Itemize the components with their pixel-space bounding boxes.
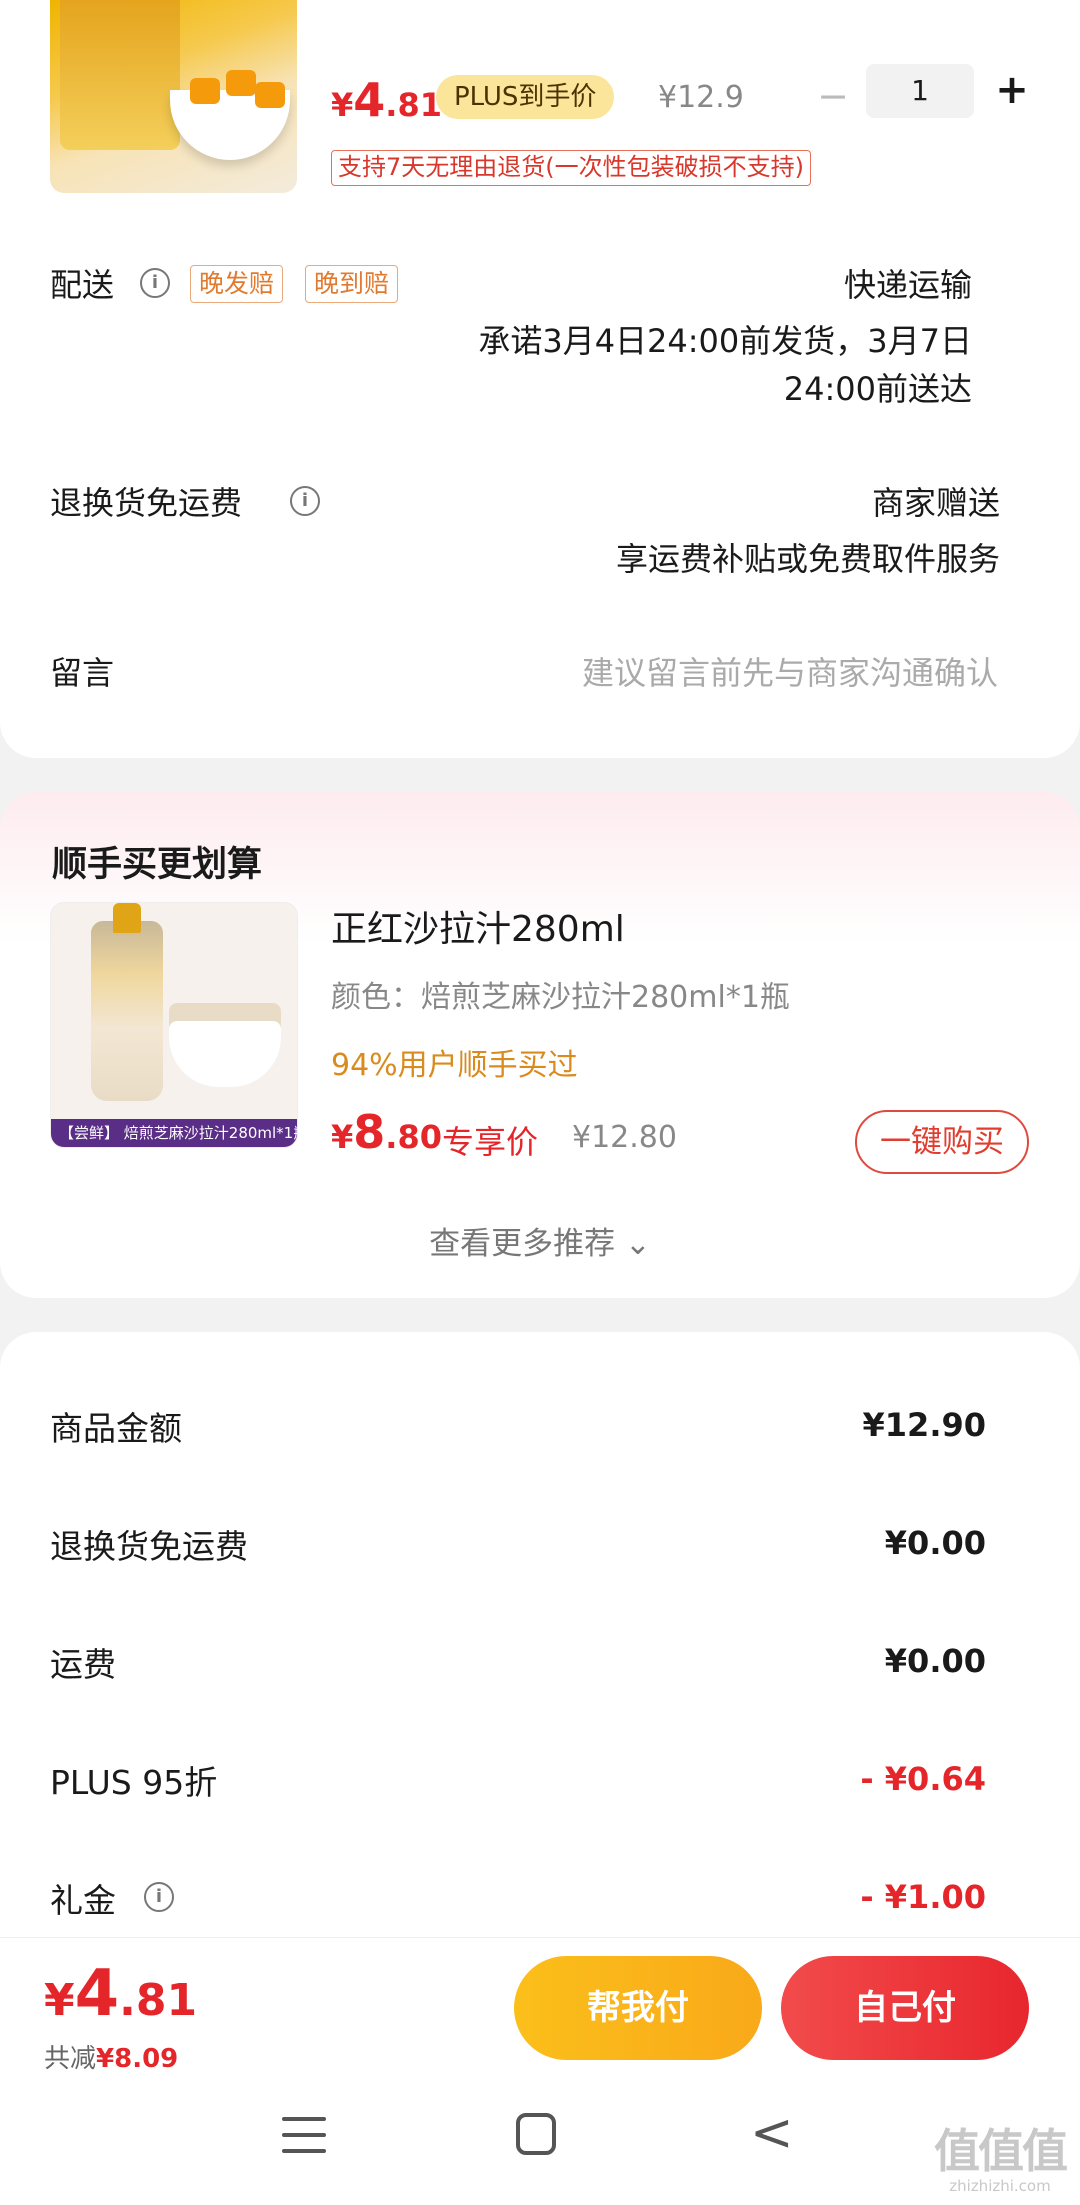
recommend-product-name[interactable]: 正红沙拉汁280ml	[331, 900, 625, 952]
mango-cube	[190, 78, 220, 104]
recommend-price: ¥8.80	[331, 1102, 442, 1167]
recommend-title: 顺手买更划算	[52, 845, 263, 885]
price-integer: 4	[74, 1957, 120, 2031]
saved-amount: ¥8.09	[96, 2044, 179, 2074]
quantity-increase-button[interactable]: +	[994, 66, 1030, 114]
summary-label: 礼金	[50, 1881, 116, 1920]
summary-label: 运费	[50, 1645, 116, 1684]
plus-price-badge: PLUS到手价	[436, 75, 615, 119]
watermark: 值值值 zhizhizhi.com	[930, 2125, 1070, 2195]
late-arrive-tag: 晚到赔	[305, 265, 399, 303]
price-integer: 8	[353, 1105, 386, 1159]
saved-label: 共减	[44, 2044, 97, 2074]
delivery-method[interactable]: 快递运输	[844, 260, 972, 306]
late-ship-tag: 晚发赔	[190, 265, 284, 303]
delivery-promise-line2: 24:00前送达	[783, 370, 972, 408]
system-navigation-bar: <	[0, 2087, 1080, 2205]
recommend-exclusive-label: 专享价	[442, 1123, 539, 1161]
mango-cube	[255, 82, 285, 108]
watermark-url: zhizhizhi.com	[949, 2177, 1051, 2195]
summary-value: ¥12.90	[862, 1406, 986, 1444]
price-decimal: .80	[385, 1118, 442, 1156]
price-currency: ¥	[331, 86, 354, 124]
delivery-info-icon[interactable]: i	[140, 268, 170, 298]
sauce-bottle-cap	[113, 903, 141, 933]
checkout-bar: ¥4.81 共减¥8.09 帮我付 自己付	[0, 1937, 1080, 2087]
delivery-label: 配送	[50, 266, 115, 304]
return-shipping-label: 退换货免运费	[50, 484, 243, 522]
recommend-original-price: ¥12.80	[572, 1120, 677, 1155]
gift-money-info-icon[interactable]: i	[144, 1882, 174, 1912]
total-price: ¥4.81	[44, 1956, 197, 2039]
total-saved: 共减¥8.09	[44, 2038, 178, 2075]
summary-discount-value: - ¥0.64	[860, 1760, 986, 1798]
product-price: ¥4.81	[331, 70, 442, 135]
recommend-product-spec: 颜色：焙煎芝麻沙拉汁280ml*1瓶	[331, 980, 790, 1015]
price-decimal: .81	[385, 86, 442, 124]
return-shipping-desc: 享运费补贴或免费取件服务	[615, 540, 1000, 578]
return-policy-tag: 支持7天无理由退货(一次性包装破损不支持)	[331, 150, 811, 186]
price-integer: 4	[353, 73, 386, 127]
summary-label: PLUS 95折	[50, 1763, 218, 1802]
sauce-cup	[169, 1003, 281, 1087]
message-label: 留言	[50, 654, 115, 692]
summary-label: 退换货免运费	[50, 1527, 248, 1566]
original-price: ¥12.9	[658, 80, 744, 115]
price-currency: ¥	[331, 1118, 354, 1156]
summary-discount-value: - ¥1.00	[860, 1878, 986, 1916]
quantity-input[interactable]: 1	[866, 64, 974, 118]
quantity-decrease-button[interactable]: −	[815, 76, 851, 116]
delivery-promise-line1: 承诺3月4日24:00前发货，3月7日	[478, 322, 972, 360]
sauce-bottle	[91, 921, 163, 1101]
price-currency: ¥	[44, 1975, 75, 2026]
mango-cube	[226, 70, 256, 96]
mango-product-image[interactable]	[50, 0, 297, 193]
back-icon[interactable]: <	[750, 2107, 794, 2159]
watermark-logo: 值值值	[934, 2124, 1068, 2178]
pay-myself-button[interactable]: 自己付	[781, 1956, 1029, 2060]
recent-apps-icon[interactable]	[282, 2117, 326, 2157]
mango-package	[60, 0, 180, 150]
one-click-buy-button[interactable]: 一键购买	[855, 1110, 1029, 1174]
help-me-pay-button[interactable]: 帮我付	[514, 1956, 762, 2060]
recommend-card: 顺手买更划算 【尝鲜】 焙煎芝麻沙拉汁280ml*1瓶 正红沙拉汁280ml 颜…	[0, 792, 1080, 1298]
return-shipping-info-icon[interactable]: i	[290, 486, 320, 516]
sauce-product-image[interactable]: 【尝鲜】 焙煎芝麻沙拉汁280ml*1瓶	[50, 902, 298, 1148]
summary-value: ¥0.00	[884, 1642, 986, 1680]
recommend-bought-stat: 94%用户顺手买过	[331, 1048, 578, 1083]
summary-value: ¥0.00	[884, 1524, 986, 1562]
home-icon[interactable]	[516, 2113, 556, 2155]
summary-label: 商品金额	[50, 1409, 182, 1448]
return-shipping-value: 商家赠送	[871, 484, 1000, 522]
message-input[interactable]: 建议留言前先与商家沟通确认	[582, 648, 998, 694]
order-card: ¥4.81 PLUS到手价 ¥12.9 − 1 + 支持7天无理由退货(一次性包…	[0, 0, 1080, 758]
price-decimal: .81	[119, 1975, 198, 2026]
sauce-image-banner: 【尝鲜】 焙煎芝麻沙拉汁280ml*1瓶	[51, 1119, 297, 1147]
more-recommendations-link[interactable]: 查看更多推荐 ⌄	[0, 1218, 1080, 1263]
